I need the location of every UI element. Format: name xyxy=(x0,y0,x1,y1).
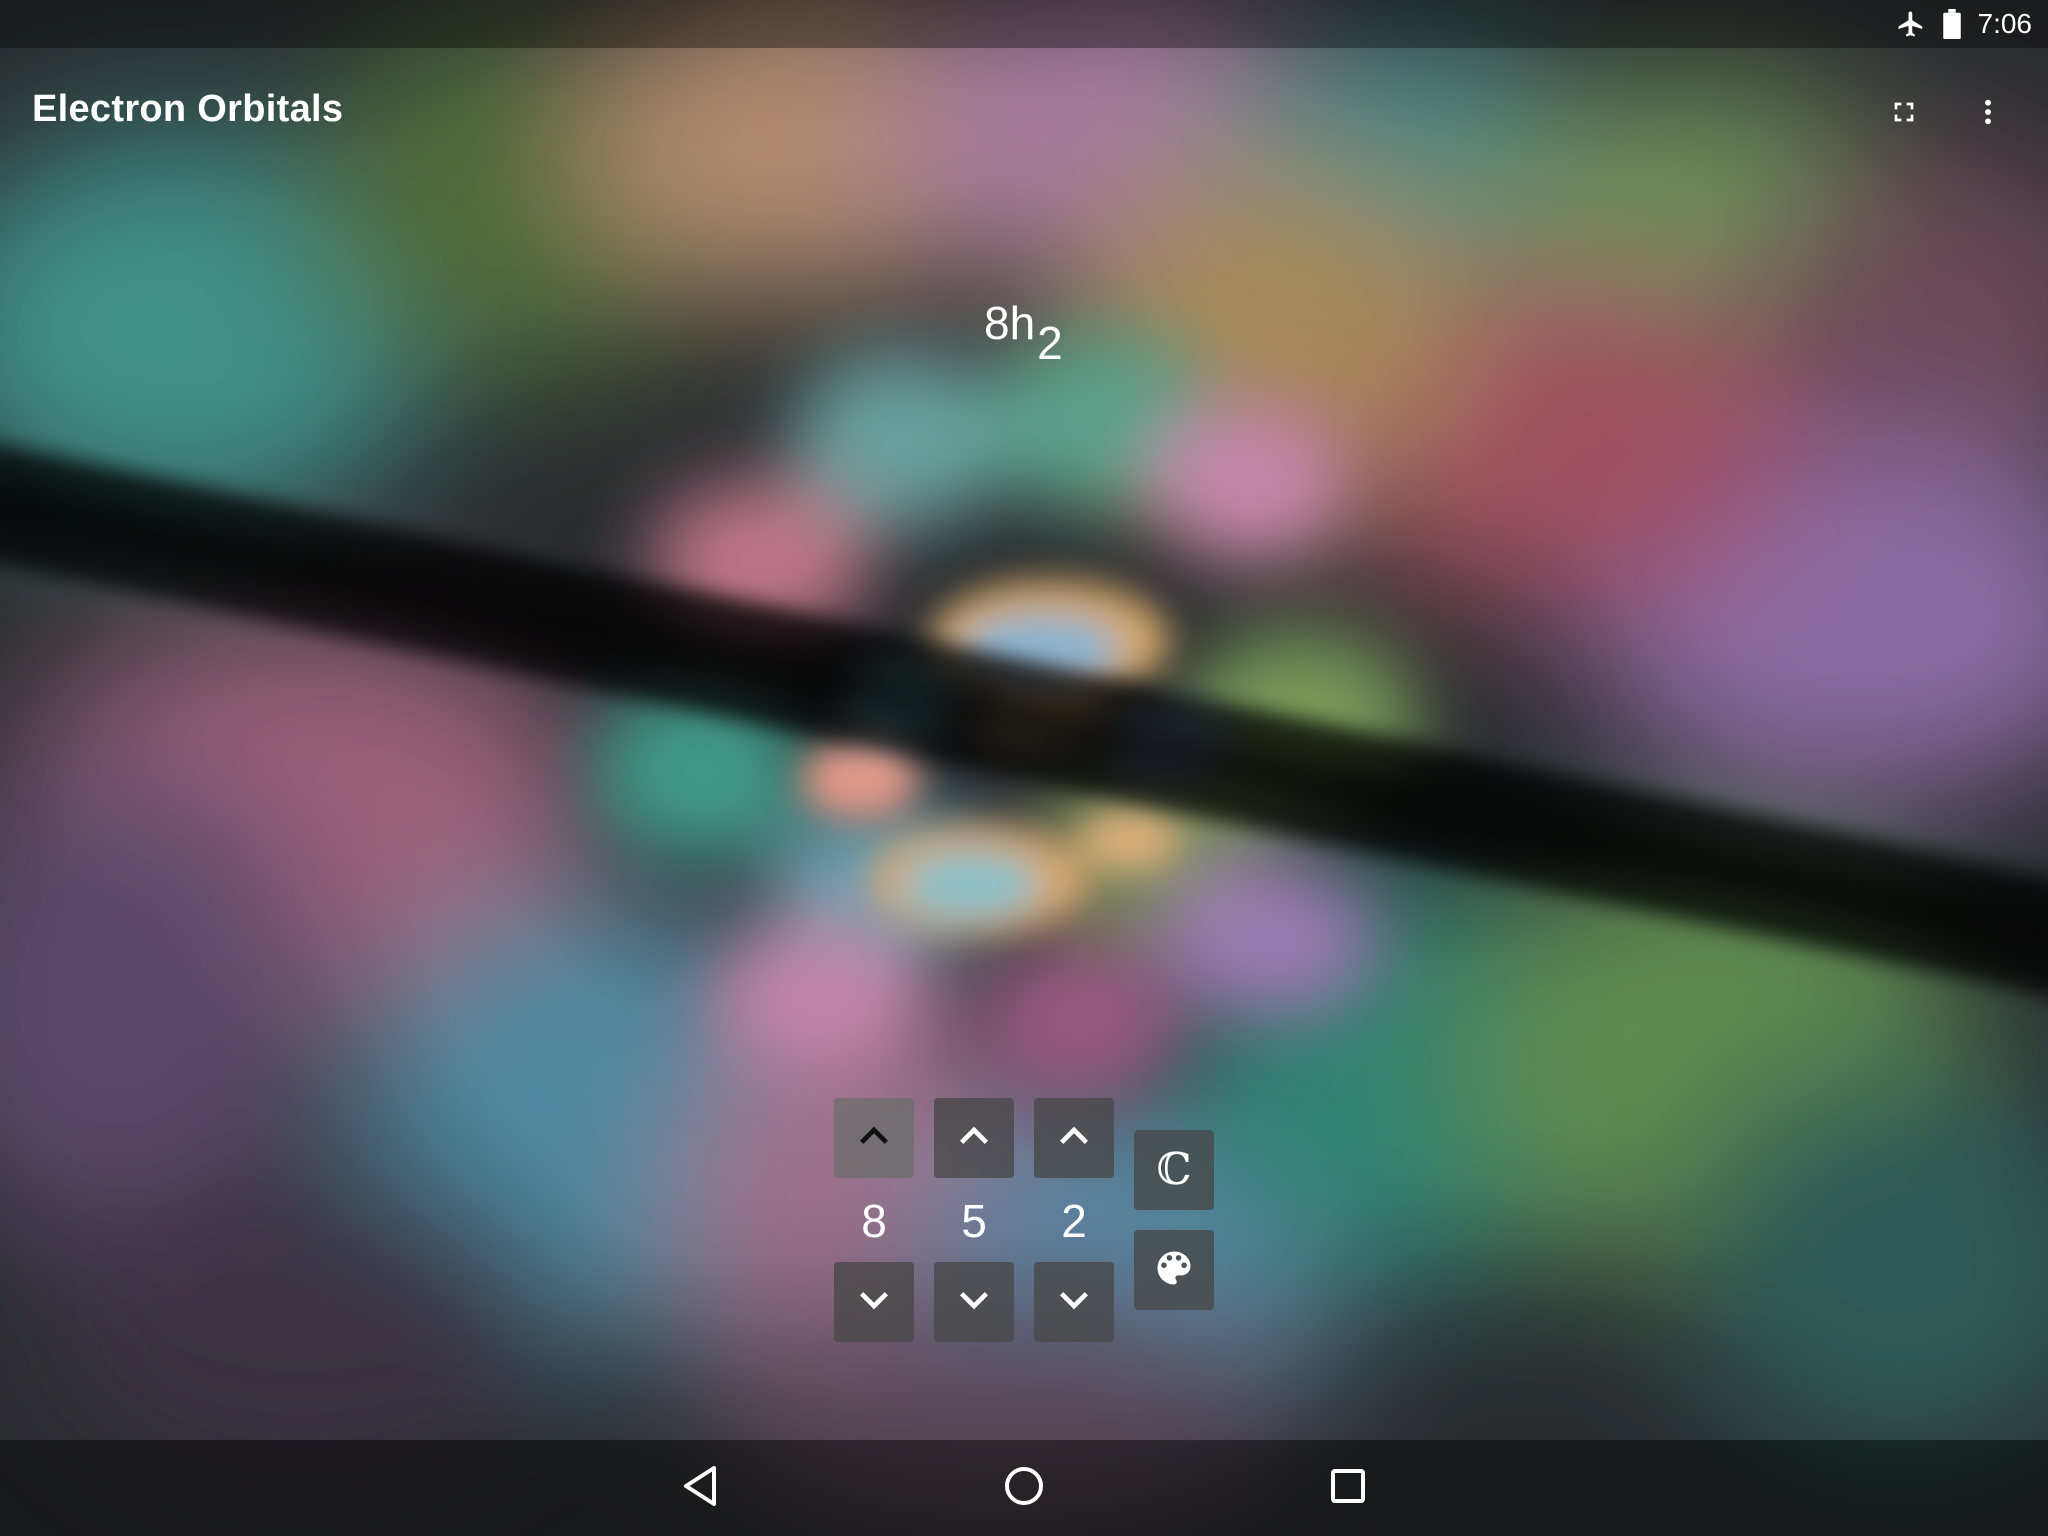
status-icons: 7:06 xyxy=(1896,0,2033,48)
l-decrease-button[interactable] xyxy=(934,1262,1014,1342)
orbital-label-main: 8h xyxy=(984,297,1036,349)
status-bar: 7:06 xyxy=(0,0,2048,48)
chevron-up-icon xyxy=(946,1108,1002,1169)
n-decrease-button[interactable] xyxy=(834,1262,914,1342)
chevron-down-icon xyxy=(1046,1272,1102,1333)
m-decrease-button[interactable] xyxy=(1034,1262,1114,1342)
chevron-up-icon xyxy=(846,1108,902,1169)
home-button[interactable] xyxy=(964,1448,1084,1528)
home-icon xyxy=(1002,1464,1046,1513)
n-increase-button[interactable] xyxy=(834,1098,914,1178)
orbital-label: 8h2 xyxy=(984,296,1063,369)
color-scheme-button[interactable] xyxy=(1134,1230,1214,1310)
l-increase-button[interactable] xyxy=(934,1098,1014,1178)
app-screen: 7:06 Electron Orbitals 8h2 8 5 2 ℂ xyxy=(0,0,2048,1536)
battery-full-icon xyxy=(1940,9,1964,39)
recents-button[interactable] xyxy=(1288,1448,1408,1528)
back-icon xyxy=(680,1464,720,1513)
orbital-label-subscript: 2 xyxy=(1037,317,1063,369)
chevron-up-icon xyxy=(1046,1108,1102,1169)
n-value: 8 xyxy=(861,1195,887,1247)
app-bar: Electron Orbitals xyxy=(0,48,2048,180)
back-button[interactable] xyxy=(640,1448,760,1528)
more-vert-icon xyxy=(1972,92,2004,137)
complex-symbol: ℂ xyxy=(1156,1144,1192,1195)
chevron-down-icon xyxy=(846,1272,902,1333)
m-increase-button[interactable] xyxy=(1034,1098,1114,1178)
recents-icon xyxy=(1328,1466,1368,1511)
fullscreen-button[interactable] xyxy=(1872,82,1936,146)
complex-toggle-button[interactable]: ℂ xyxy=(1134,1130,1214,1210)
chevron-down-icon xyxy=(946,1272,1002,1333)
app-title: Electron Orbitals xyxy=(32,88,344,130)
navigation-bar xyxy=(0,1440,2048,1536)
more-options-button[interactable] xyxy=(1956,82,2020,146)
palette-icon xyxy=(1152,1246,1196,1295)
orbital-visualization[interactable] xyxy=(0,0,2048,1536)
fullscreen-icon xyxy=(1888,96,1920,133)
airplane-mode-icon xyxy=(1896,9,1926,39)
l-value: 5 xyxy=(961,1195,987,1247)
status-time: 7:06 xyxy=(1977,8,2033,39)
m-value: 2 xyxy=(1061,1195,1087,1247)
